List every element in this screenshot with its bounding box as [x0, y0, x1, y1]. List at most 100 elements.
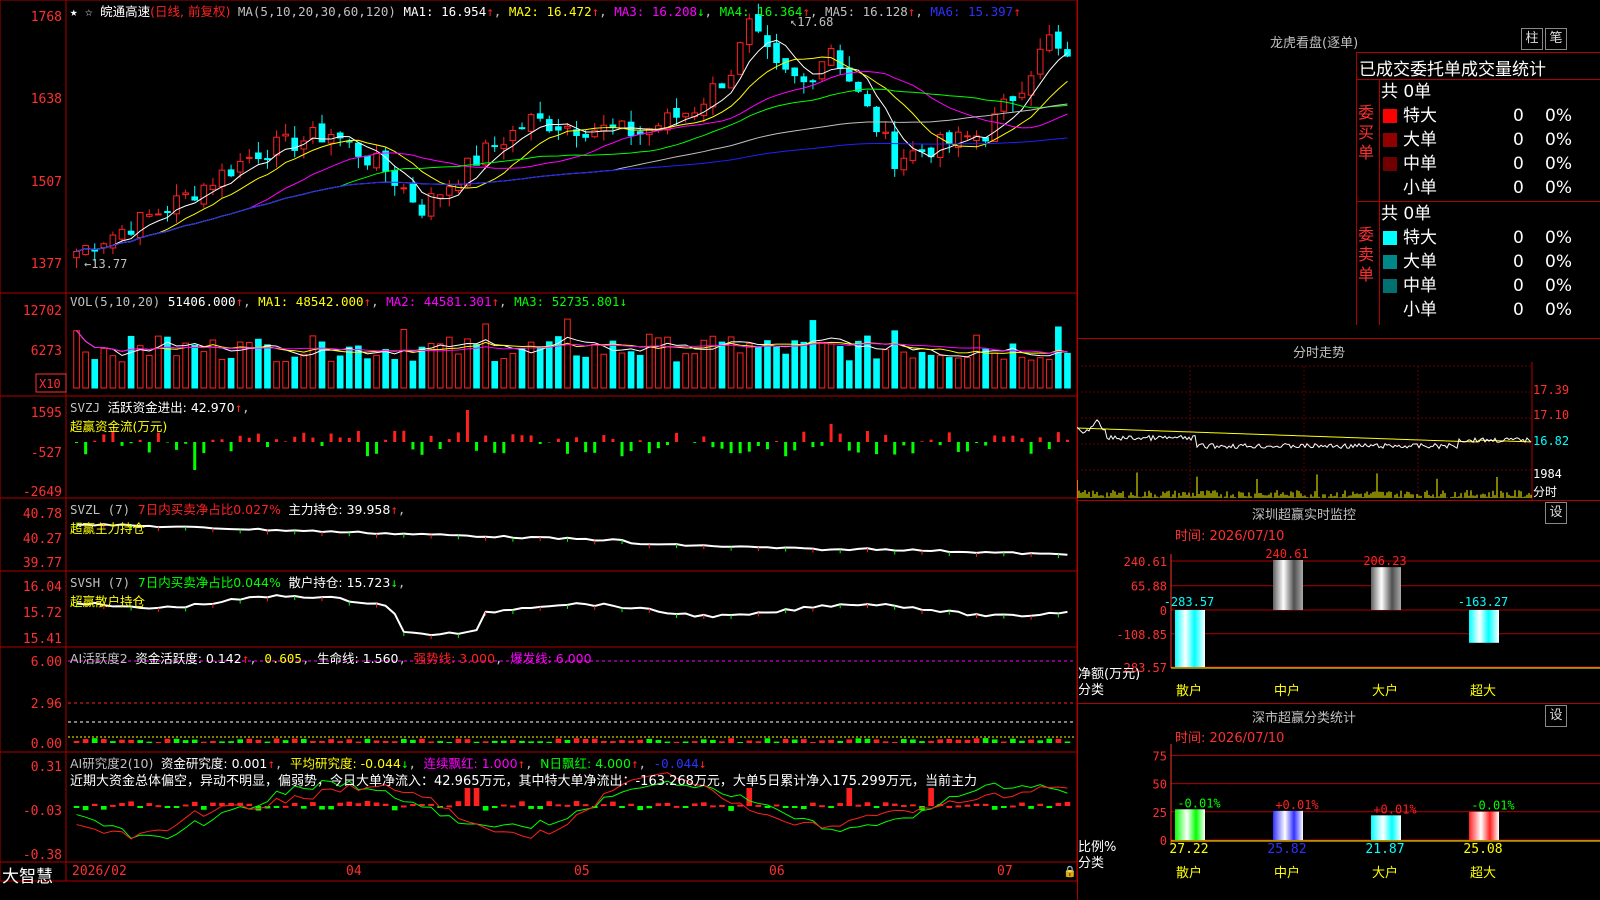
fund-flow-bar [665, 442, 669, 446]
row-name: 特大 [1403, 228, 1437, 248]
candle-body [791, 67, 799, 77]
research-bar [910, 804, 916, 807]
candle-body [482, 142, 489, 166]
sz-ytick: 65.88 [1131, 580, 1167, 594]
research-bar [1064, 801, 1071, 806]
x-label: 05 [574, 864, 590, 879]
research-bar [891, 803, 898, 806]
ai1-header: AI活跃度2 资金活跃度: 0.142↑, 0.605, 生命线: 1.560,… [70, 651, 592, 666]
activity-bar [337, 741, 343, 743]
research-bar [728, 806, 734, 811]
fund-flow-bar [356, 430, 360, 442]
period-label: (日线, 前复权) [150, 4, 231, 19]
tick-mode-button[interactable]: 笔 [1545, 28, 1567, 50]
research-bar [355, 803, 362, 806]
activity-bar [164, 738, 171, 743]
sz-ytick: 240.61 [1124, 555, 1167, 569]
x-label: 06 [769, 864, 785, 879]
volume-bar [1055, 326, 1062, 389]
ss-settings-button[interactable]: 设 [1545, 705, 1567, 727]
volume-bar [718, 341, 726, 389]
ratio-value: 25.08 [1463, 842, 1502, 857]
candlesticks [73, 3, 1071, 269]
fund-flow-bar [975, 442, 979, 444]
research-bar [391, 806, 398, 811]
candle-body [464, 157, 471, 187]
fund-flow-bar [275, 439, 279, 442]
activity-bar [110, 741, 116, 743]
research-bar [837, 803, 843, 806]
volume-bar [391, 359, 399, 389]
activity-bar [601, 741, 607, 743]
row-count: 0 [1513, 300, 1524, 320]
fund-flow-bar [347, 437, 351, 442]
main-header: ★ ☆ 皖通高速(日线, 前复权) MA(5,10,20,30,60,120) … [70, 4, 1021, 19]
activity-bar [264, 741, 271, 743]
bar-mode-button[interactable]: 柱 [1521, 28, 1543, 50]
activity-bar [1046, 738, 1053, 743]
activity-bar [182, 740, 189, 743]
activity-bar [1037, 740, 1043, 743]
candle-body [409, 183, 417, 203]
candle-body [82, 245, 89, 256]
row-name: 特大 [1403, 106, 1437, 126]
fund-flow-bar [193, 442, 197, 470]
volume-bar [82, 351, 89, 389]
sz-settings-button[interactable]: 设 [1545, 502, 1567, 524]
fund-flow-bar [956, 442, 960, 452]
x-label: 07 [997, 864, 1013, 879]
candle-body [864, 94, 871, 107]
legend-swatch [1383, 255, 1397, 269]
fund-flow-bar [647, 442, 651, 454]
fund-flow-bar [784, 442, 788, 457]
activity-bar [891, 741, 898, 743]
activity-bar [501, 740, 507, 743]
fund-flow-bar [75, 442, 79, 444]
activity-bar [455, 738, 462, 743]
activity-bar [946, 739, 953, 743]
row-count: 0 [1513, 228, 1524, 248]
candle-body [673, 107, 680, 118]
fenshi-title: 分时走势 [1293, 346, 1346, 361]
row-count: 0 [1513, 276, 1524, 296]
fund-flow-bar [238, 435, 242, 442]
volume-bar [136, 345, 144, 389]
research-bar [637, 806, 643, 811]
vol-ytick: 6273 [31, 344, 62, 359]
star-icon[interactable]: ★ ☆ [70, 4, 100, 19]
category-label: 超大 [1470, 684, 1496, 699]
x-label: 2026/02 [72, 864, 127, 879]
volume-bar [527, 341, 535, 389]
activity-bar [473, 741, 480, 743]
volume-bar [918, 352, 926, 389]
activity-bar [410, 739, 416, 743]
net-bar-label: 206.23 [1363, 554, 1406, 568]
fund-flow-bar [293, 436, 297, 442]
net-bar [1273, 560, 1303, 610]
candle-body [836, 50, 844, 69]
lock-icon[interactable]: 🔒 [1063, 865, 1077, 878]
fund-flow-bar [338, 437, 342, 442]
volume-bar [664, 336, 671, 389]
research-bar [201, 806, 207, 810]
legend-swatch [1383, 133, 1397, 147]
fund-flow-bar [802, 431, 806, 442]
net-bar [1469, 610, 1499, 643]
svzl-ytick: 40.27 [23, 532, 62, 547]
activity-bar [1028, 739, 1034, 743]
intraday-chart[interactable] [1077, 362, 1600, 500]
activity-bar [228, 741, 234, 743]
activity-bar [173, 738, 180, 743]
sell-row: 小单 0 0% [1381, 298, 1600, 322]
fund-flow-bar [229, 442, 233, 452]
fund-flow-bar [875, 442, 879, 455]
activity-bar [673, 741, 680, 743]
activity-bar [482, 741, 489, 743]
activity-bar [82, 739, 89, 743]
activity-bar [328, 739, 334, 743]
volume-bar [764, 340, 771, 389]
ss-ytick: 0 [1160, 834, 1167, 848]
candle-body [1027, 75, 1035, 96]
candle-body [355, 142, 362, 157]
volume-bar [927, 354, 935, 389]
